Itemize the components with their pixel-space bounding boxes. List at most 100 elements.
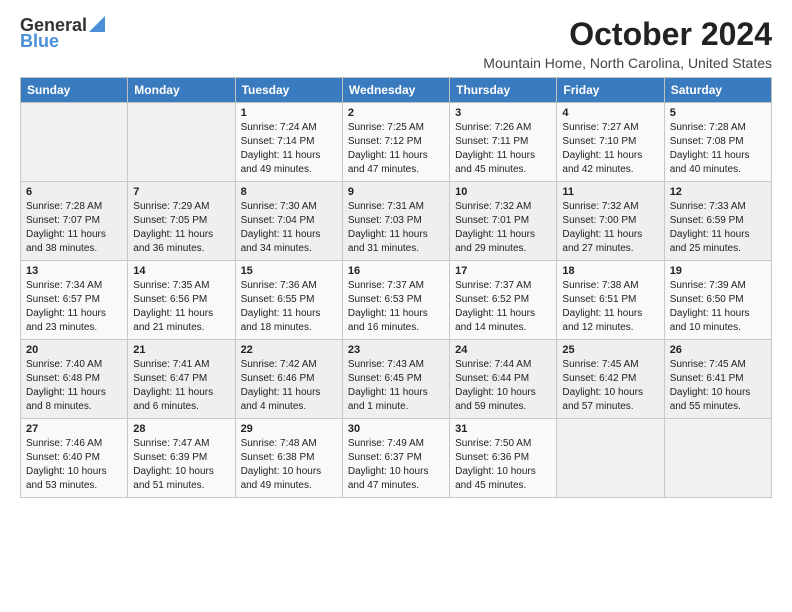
day-number: 22	[241, 344, 337, 356]
calendar-cell: 4Sunrise: 7:27 AM Sunset: 7:10 PM Daylig…	[557, 103, 664, 182]
calendar-cell: 1 Sunrise: 7:24 AM Sunset: 7:14 PM Daylig…	[235, 103, 342, 182]
calendar-cell: 29 Sunrise: 7:48 AM Sunset: 6:38 PM Dayli…	[235, 419, 342, 498]
weekday-header-friday: Friday	[557, 78, 664, 103]
day-info: Sunrise: 7:35 AM Sunset: 6:56 PM Dayligh…	[133, 279, 229, 335]
calendar-cell: 5 Sunrise: 7:28 AM Sunset: 7:08 PM Daylig…	[664, 103, 771, 182]
day-info: Sunrise: 7:37 AM Sunset: 6:52 PM Dayligh…	[455, 279, 551, 335]
weekday-header-thursday: Thursday	[450, 78, 557, 103]
calendar-cell: 18Sunrise: 7:38 AM Sunset: 6:51 PM Dayli…	[557, 261, 664, 340]
day-number: 14	[133, 265, 229, 277]
calendar-cell: 21 Sunrise: 7:41 AM Sunset: 6:47 PM Dayli…	[128, 340, 235, 419]
day-number: 9	[348, 186, 444, 198]
calendar-cell: 19 Sunrise: 7:39 AM Sunset: 6:50 PM Dayli…	[664, 261, 771, 340]
day-number: 26	[670, 344, 766, 356]
calendar-table: SundayMondayTuesdayWednesdayThursdayFrid…	[20, 77, 772, 498]
day-info: Sunrise: 7:31 AM Sunset: 7:03 PM Dayligh…	[348, 200, 444, 256]
day-number: 28	[133, 423, 229, 435]
logo-triangle-icon	[89, 16, 105, 32]
calendar-cell: 16 Sunrise: 7:37 AM Sunset: 6:53 PM Dayli…	[342, 261, 449, 340]
day-number: 19	[670, 265, 766, 277]
day-number: 23	[348, 344, 444, 356]
day-info: Sunrise: 7:28 AM Sunset: 7:08 PM Dayligh…	[670, 121, 766, 177]
day-number: 16	[348, 265, 444, 277]
day-number: 7	[133, 186, 229, 198]
calendar-cell: 22 Sunrise: 7:42 AM Sunset: 6:46 PM Dayli…	[235, 340, 342, 419]
day-number: 13	[26, 265, 122, 277]
calendar-cell: 3Sunrise: 7:26 AM Sunset: 7:11 PM Daylig…	[450, 103, 557, 182]
day-info: Sunrise: 7:32 AM Sunset: 7:00 PM Dayligh…	[562, 200, 658, 256]
day-info: Sunrise: 7:39 AM Sunset: 6:50 PM Dayligh…	[670, 279, 766, 335]
day-info: Sunrise: 7:45 AM Sunset: 6:41 PM Dayligh…	[670, 358, 766, 414]
day-number: 21	[133, 344, 229, 356]
day-number: 18	[562, 265, 658, 277]
day-number: 12	[670, 186, 766, 198]
day-info: Sunrise: 7:29 AM Sunset: 7:05 PM Dayligh…	[133, 200, 229, 256]
day-info: Sunrise: 7:41 AM Sunset: 6:47 PM Dayligh…	[133, 358, 229, 414]
calendar-cell: 14 Sunrise: 7:35 AM Sunset: 6:56 PM Dayli…	[128, 261, 235, 340]
day-number: 1	[241, 107, 337, 119]
calendar-cell	[21, 103, 128, 182]
calendar-week-row: 1 Sunrise: 7:24 AM Sunset: 7:14 PM Daylig…	[21, 103, 772, 182]
day-number: 24	[455, 344, 551, 356]
day-info: Sunrise: 7:24 AM Sunset: 7:14 PM Dayligh…	[241, 121, 337, 177]
calendar-cell: 11 Sunrise: 7:32 AM Sunset: 7:00 PM Dayli…	[557, 182, 664, 261]
calendar-cell: 10 Sunrise: 7:32 AM Sunset: 7:01 PM Dayli…	[450, 182, 557, 261]
day-number: 25	[562, 344, 658, 356]
calendar-cell: 7 Sunrise: 7:29 AM Sunset: 7:05 PM Daylig…	[128, 182, 235, 261]
calendar-cell	[664, 419, 771, 498]
weekday-header-wednesday: Wednesday	[342, 78, 449, 103]
calendar-cell: 13 Sunrise: 7:34 AM Sunset: 6:57 PM Dayli…	[21, 261, 128, 340]
location-subtitle: Mountain Home, North Carolina, United St…	[483, 55, 772, 71]
day-info: Sunrise: 7:25 AM Sunset: 7:12 PM Dayligh…	[348, 121, 444, 177]
weekday-header-saturday: Saturday	[664, 78, 771, 103]
calendar-cell: 24 Sunrise: 7:44 AM Sunset: 6:44 PM Dayli…	[450, 340, 557, 419]
day-info: Sunrise: 7:32 AM Sunset: 7:01 PM Dayligh…	[455, 200, 551, 256]
day-number: 8	[241, 186, 337, 198]
calendar-cell: 6Sunrise: 7:28 AM Sunset: 7:07 PM Daylig…	[21, 182, 128, 261]
day-number: 4	[562, 107, 658, 119]
day-number: 15	[241, 265, 337, 277]
weekday-header-monday: Monday	[128, 78, 235, 103]
calendar-cell: 8 Sunrise: 7:30 AM Sunset: 7:04 PM Daylig…	[235, 182, 342, 261]
day-number: 31	[455, 423, 551, 435]
day-number: 11	[562, 186, 658, 198]
day-number: 29	[241, 423, 337, 435]
day-info: Sunrise: 7:42 AM Sunset: 6:46 PM Dayligh…	[241, 358, 337, 414]
calendar-cell: 26 Sunrise: 7:45 AM Sunset: 6:41 PM Dayli…	[664, 340, 771, 419]
day-info: Sunrise: 7:30 AM Sunset: 7:04 PM Dayligh…	[241, 200, 337, 256]
day-info: Sunrise: 7:33 AM Sunset: 6:59 PM Dayligh…	[670, 200, 766, 256]
day-info: Sunrise: 7:36 AM Sunset: 6:55 PM Dayligh…	[241, 279, 337, 335]
day-number: 10	[455, 186, 551, 198]
calendar-cell: 2Sunrise: 7:25 AM Sunset: 7:12 PM Daylig…	[342, 103, 449, 182]
calendar-week-row: 27Sunrise: 7:46 AM Sunset: 6:40 PM Dayli…	[21, 419, 772, 498]
calendar-cell: 28 Sunrise: 7:47 AM Sunset: 6:39 PM Dayli…	[128, 419, 235, 498]
day-info: Sunrise: 7:40 AM Sunset: 6:48 PM Dayligh…	[26, 358, 122, 414]
calendar-week-row: 13 Sunrise: 7:34 AM Sunset: 6:57 PM Dayli…	[21, 261, 772, 340]
logo-blue-text: Blue	[20, 32, 59, 52]
day-info: Sunrise: 7:44 AM Sunset: 6:44 PM Dayligh…	[455, 358, 551, 414]
day-number: 20	[26, 344, 122, 356]
day-info: Sunrise: 7:26 AM Sunset: 7:11 PM Dayligh…	[455, 121, 551, 177]
day-info: Sunrise: 7:50 AM Sunset: 6:36 PM Dayligh…	[455, 437, 551, 493]
page-header: General Blue October 2024 Mountain Home,…	[20, 16, 772, 71]
day-info: Sunrise: 7:37 AM Sunset: 6:53 PM Dayligh…	[348, 279, 444, 335]
day-info: Sunrise: 7:34 AM Sunset: 6:57 PM Dayligh…	[26, 279, 122, 335]
calendar-cell: 30 Sunrise: 7:49 AM Sunset: 6:37 PM Dayli…	[342, 419, 449, 498]
month-title: October 2024	[483, 16, 772, 53]
day-number: 5	[670, 107, 766, 119]
weekday-header-row: SundayMondayTuesdayWednesdayThursdayFrid…	[21, 78, 772, 103]
calendar-cell: 12 Sunrise: 7:33 AM Sunset: 6:59 PM Dayli…	[664, 182, 771, 261]
day-number: 30	[348, 423, 444, 435]
day-info: Sunrise: 7:49 AM Sunset: 6:37 PM Dayligh…	[348, 437, 444, 493]
weekday-header-sunday: Sunday	[21, 78, 128, 103]
day-info: Sunrise: 7:46 AM Sunset: 6:40 PM Dayligh…	[26, 437, 122, 493]
calendar-cell: 25 Sunrise: 7:45 AM Sunset: 6:42 PM Dayli…	[557, 340, 664, 419]
calendar-cell: 9 Sunrise: 7:31 AM Sunset: 7:03 PM Daylig…	[342, 182, 449, 261]
day-info: Sunrise: 7:45 AM Sunset: 6:42 PM Dayligh…	[562, 358, 658, 414]
title-section: October 2024 Mountain Home, North Caroli…	[483, 16, 772, 71]
day-info: Sunrise: 7:48 AM Sunset: 6:38 PM Dayligh…	[241, 437, 337, 493]
calendar-week-row: 20 Sunrise: 7:40 AM Sunset: 6:48 PM Dayli…	[21, 340, 772, 419]
day-number: 17	[455, 265, 551, 277]
day-info: Sunrise: 7:47 AM Sunset: 6:39 PM Dayligh…	[133, 437, 229, 493]
calendar-cell	[557, 419, 664, 498]
